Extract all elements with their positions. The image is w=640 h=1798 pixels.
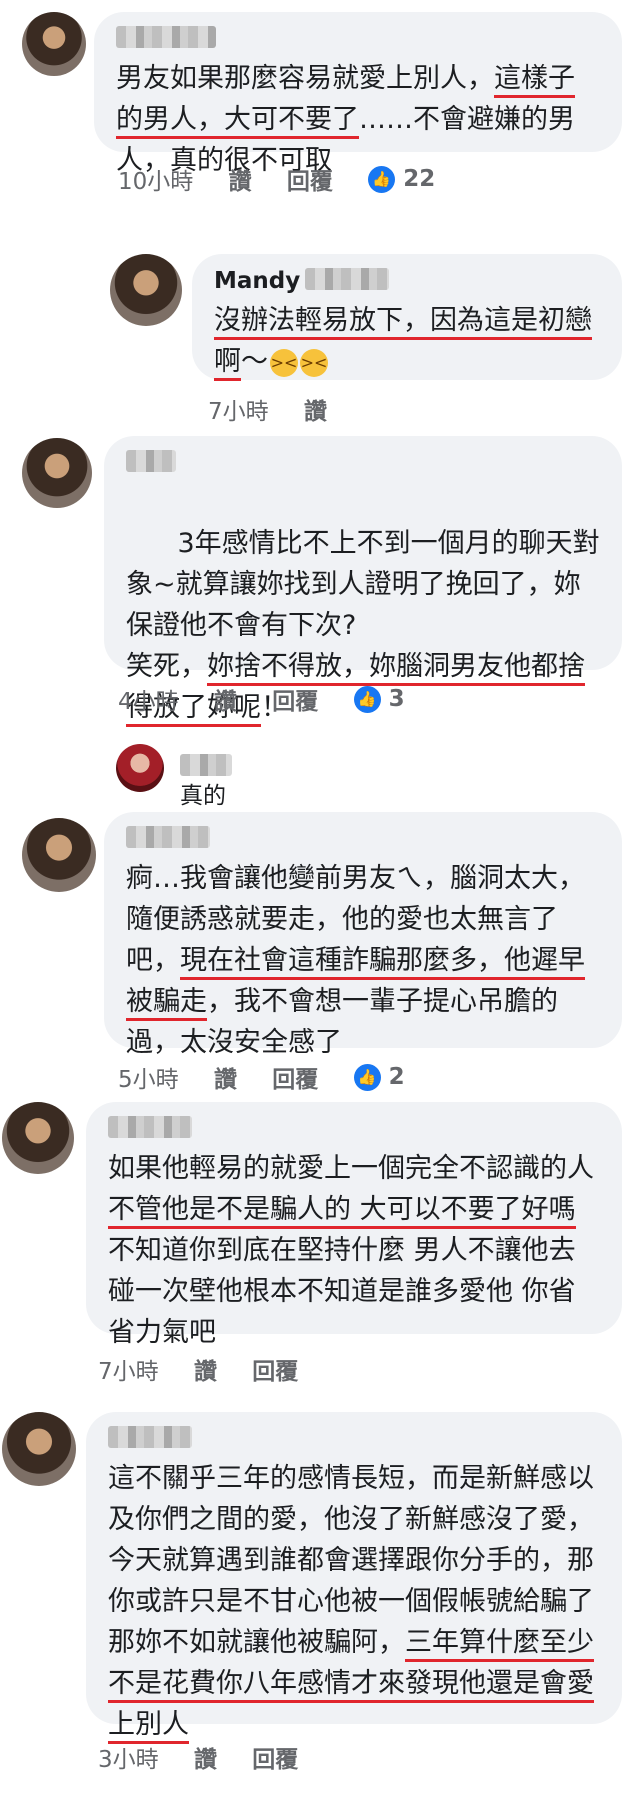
timestamp: 4小時 [118,689,179,715]
commenter-avatar[interactable] [110,254,182,326]
comment-bubble: 男友如果那麼容易就愛上別人，這樣子的男人，大可不要了……不會避嫌的男人，真的很不… [94,12,622,176]
comment-bubble: 這不關乎三年的感情長短，而是新鮮感以及你們之間的愛，他沒了新鮮感沒了愛，今天就算… [86,1412,622,1744]
reply-preview-text: 真的 [180,783,226,809]
blurred-commenter-name[interactable] [305,268,390,290]
reply-action[interactable]: 回覆 [272,1060,318,1094]
comment-meta: 4小時 讚 回覆 👍 3 [118,682,433,716]
like-action[interactable]: 讚 [304,392,327,426]
blurred-commenter-name[interactable] [108,1426,192,1448]
like-action[interactable]: 讚 [214,682,237,716]
comment-meta: 3小時 讚 回覆 [98,1740,326,1774]
comment-bubble: 痾…我會讓他變前男友ㄟ，腦洞太大，隨便誘惑就要走，他的愛也太無言了吧，現在社會這… [104,812,622,1058]
commenter-avatar[interactable] [22,12,86,76]
like-count[interactable]: 3 [389,686,405,712]
blurred-commenter-name[interactable] [126,450,176,472]
commenter-avatar[interactable] [116,744,164,792]
thumbs-up-icon[interactable]: 👍 [368,165,396,193]
comment-text: 痾…我會讓他變前男友ㄟ，腦洞太大，隨便誘惑就要走，他的愛也太無言了吧，現在社會這… [126,863,585,1058]
comment-text: 沒辦法輕易放下，因為這是初戀啊～ >< >< [214,300,600,382]
like-count[interactable]: 22 [403,166,435,192]
reply-action[interactable]: 回覆 [272,682,318,716]
blurred-commenter-name[interactable] [180,754,232,776]
reply-preview-content: 真的 [180,754,232,810]
tired-face-emoji: >< [270,348,298,377]
timestamp: 7小時 [208,399,269,425]
timestamp: 7小時 [98,1359,159,1385]
comment-meta: 7小時 讚 [208,392,355,426]
thumbs-up-icon[interactable]: 👍 [353,1063,381,1091]
like-count[interactable]: 2 [389,1064,405,1090]
reply-action[interactable]: 回覆 [252,1740,298,1774]
like-action[interactable]: 讚 [214,1060,237,1094]
blurred-commenter-name[interactable] [126,826,210,848]
comment-text: 3年感情比不上不到一個月的聊天對象~就算讓妳找到人證明了挽回了，妳保證他不會有下… [126,482,600,769]
commenter-avatar[interactable] [2,1102,74,1174]
comment-bubble: 如果他輕易的就愛上一個完全不認識的人 不管他是不是騙人的 大可以不要了好嗎 不知… [86,1102,622,1348]
comment-text: 如果他輕易的就愛上一個完全不認識的人 不管他是不是騙人的 大可以不要了好嗎 不知… [108,1153,594,1348]
comment-meta: 7小時 讚 回覆 [98,1352,326,1386]
reply-action[interactable]: 回覆 [252,1352,298,1386]
comment-meta: 10小時 讚 回覆 👍 22 [118,162,463,196]
comment-text: 這不關乎三年的感情長短，而是新鮮感以及你們之間的愛，他沒了新鮮感沒了愛，今天就算… [108,1458,600,1745]
timestamp: 10小時 [118,169,194,195]
blurred-commenter-name[interactable] [116,26,216,48]
commenter-avatar[interactable] [22,818,96,892]
like-action[interactable]: 讚 [194,1740,217,1774]
reply-action[interactable]: 回覆 [287,162,333,196]
timestamp: 5小時 [118,1067,179,1093]
timestamp: 3小時 [98,1747,159,1773]
comment-bubble: 3年感情比不上不到一個月的聊天對象~就算讓妳找到人證明了挽回了，妳保證他不會有下… [104,436,622,727]
tired-face-emoji: >< [300,348,328,377]
commenter-avatar[interactable] [2,1412,76,1486]
comment-meta: 5小時 讚 回覆 👍 2 [118,1060,433,1094]
comment-bubble: Mandy 沒辦法輕易放下，因為這是初戀啊～ >< >< [192,254,622,382]
commenter-name[interactable]: Mandy [214,268,300,294]
like-action[interactable]: 讚 [229,162,252,196]
blurred-commenter-name[interactable] [108,1116,192,1138]
thumbs-up-icon[interactable]: 👍 [353,685,381,713]
like-action[interactable]: 讚 [194,1352,217,1386]
commenter-avatar[interactable] [22,438,92,508]
